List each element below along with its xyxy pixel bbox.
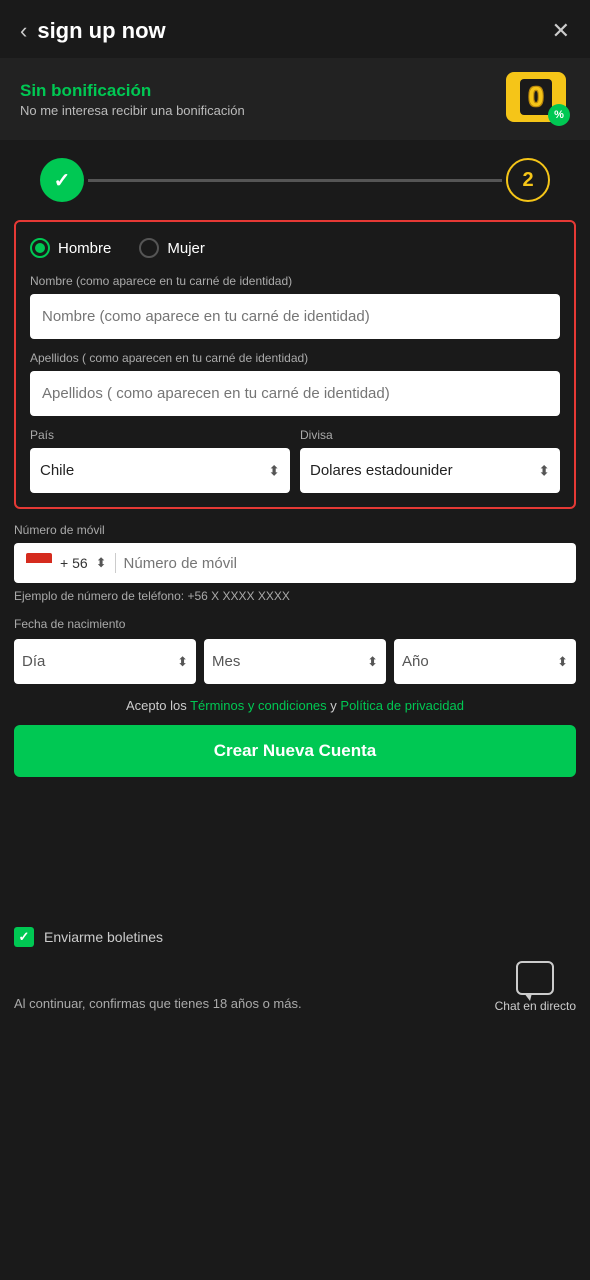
terms-link[interactable]: Términos y condiciones — [190, 698, 327, 713]
chat-bubble-icon — [516, 961, 554, 995]
flag-bottom — [26, 563, 52, 573]
radio-female-label: Mujer — [167, 240, 205, 257]
phone-section: Número de móvil + 56 ⬍ Ejemplo de número… — [0, 523, 590, 603]
lastname-label: Apellidos ( como aparecen en tu carné de… — [30, 351, 560, 365]
month-select[interactable]: Mes — [204, 639, 386, 684]
step-line — [88, 179, 502, 182]
radio-male[interactable] — [30, 238, 50, 258]
bonus-percent: % — [548, 104, 570, 126]
flag-top — [26, 553, 52, 563]
create-account-button[interactable]: Crear Nueva Cuenta — [14, 725, 576, 777]
bonus-text: Sin bonificación No me interesa recibir … — [20, 81, 245, 118]
personal-info-form: Hombre Mujer Nombre (como aparece en tu … — [14, 220, 576, 509]
gender-row: Hombre Mujer — [30, 238, 560, 258]
phone-arrows[interactable]: ⬍ — [96, 555, 107, 571]
name-label: Nombre (como aparece en tu carné de iden… — [30, 274, 560, 288]
terms-conjunction: y — [330, 698, 340, 713]
bonus-banner[interactable]: Sin bonificación No me interesa recibir … — [0, 58, 590, 140]
month-select-wrapper: Mes — [204, 639, 386, 684]
create-button-section: Crear Nueva Cuenta — [0, 725, 590, 777]
currency-group: Divisa Dolares estadounider — [300, 428, 560, 493]
birthdate-label: Fecha de nacimiento — [14, 617, 576, 631]
bonus-subtitle: No me interesa recibir una bonificación — [20, 103, 245, 118]
phone-input[interactable] — [124, 555, 564, 572]
header: ‹ sign up now ✕ — [0, 0, 590, 58]
gender-female[interactable]: Mujer — [139, 238, 205, 258]
year-select[interactable]: Año — [394, 639, 576, 684]
chat-widget[interactable]: Chat en directo — [495, 961, 576, 1013]
stepper: ✓ 2 — [0, 140, 590, 220]
bonus-title: Sin bonificación — [20, 81, 245, 101]
step-2: 2 — [506, 158, 550, 202]
terms-prefix: Acepto los — [126, 698, 190, 713]
footer-text: Al continuar, confirmas que tienes 18 añ… — [14, 995, 302, 1013]
country-select-wrapper: Chile — [30, 448, 290, 493]
country-select[interactable]: Chile — [30, 448, 290, 493]
newsletter-row: Enviarme boletines — [0, 911, 590, 955]
day-select-wrapper: Día — [14, 639, 196, 684]
bonus-badge: 0 % — [506, 72, 570, 126]
currency-select-wrapper: Dolares estadounider — [300, 448, 560, 493]
currency-select[interactable]: Dolares estadounider — [300, 448, 560, 493]
day-select[interactable]: Día — [14, 639, 196, 684]
newsletter-label: Enviarme boletines — [44, 929, 163, 945]
date-row: Día Mes Año — [14, 639, 576, 684]
currency-label: Divisa — [300, 428, 560, 442]
phone-divider — [115, 553, 116, 573]
bonus-zero: 0 — [520, 79, 552, 115]
phone-label: Número de móvil — [14, 523, 576, 537]
close-button[interactable]: ✕ — [552, 18, 570, 44]
radio-female[interactable] — [139, 238, 159, 258]
step-1: ✓ — [40, 158, 84, 202]
gender-male[interactable]: Hombre — [30, 238, 111, 258]
lastname-input[interactable] — [30, 371, 560, 416]
chat-label: Chat en directo — [495, 999, 576, 1013]
chile-flag-icon — [26, 553, 52, 573]
country-label: País — [30, 428, 290, 442]
name-input[interactable] — [30, 294, 560, 339]
country-currency-row: País Chile Divisa Dolares estadounider — [30, 428, 560, 493]
back-button[interactable]: ‹ — [20, 18, 27, 44]
year-select-wrapper: Año — [394, 639, 576, 684]
privacy-link[interactable]: Política de privacidad — [340, 698, 464, 713]
radio-male-label: Hombre — [58, 240, 111, 257]
phone-code: + 56 — [60, 555, 88, 571]
phone-hint: Ejemplo de número de teléfono: +56 X XXX… — [14, 589, 576, 603]
footer: Al continuar, confirmas que tienes 18 añ… — [0, 955, 590, 1033]
spacer — [0, 791, 590, 911]
newsletter-checkbox[interactable] — [14, 927, 34, 947]
bonus-badge-inner: 0 % — [506, 72, 566, 122]
header-left: ‹ sign up now — [20, 18, 166, 44]
page-title: sign up now — [37, 18, 165, 44]
phone-row: + 56 ⬍ — [14, 543, 576, 583]
country-group: País Chile — [30, 428, 290, 493]
birthdate-section: Fecha de nacimiento Día Mes Año — [0, 617, 590, 684]
terms-section: Acepto los Términos y condiciones y Polí… — [0, 698, 590, 713]
